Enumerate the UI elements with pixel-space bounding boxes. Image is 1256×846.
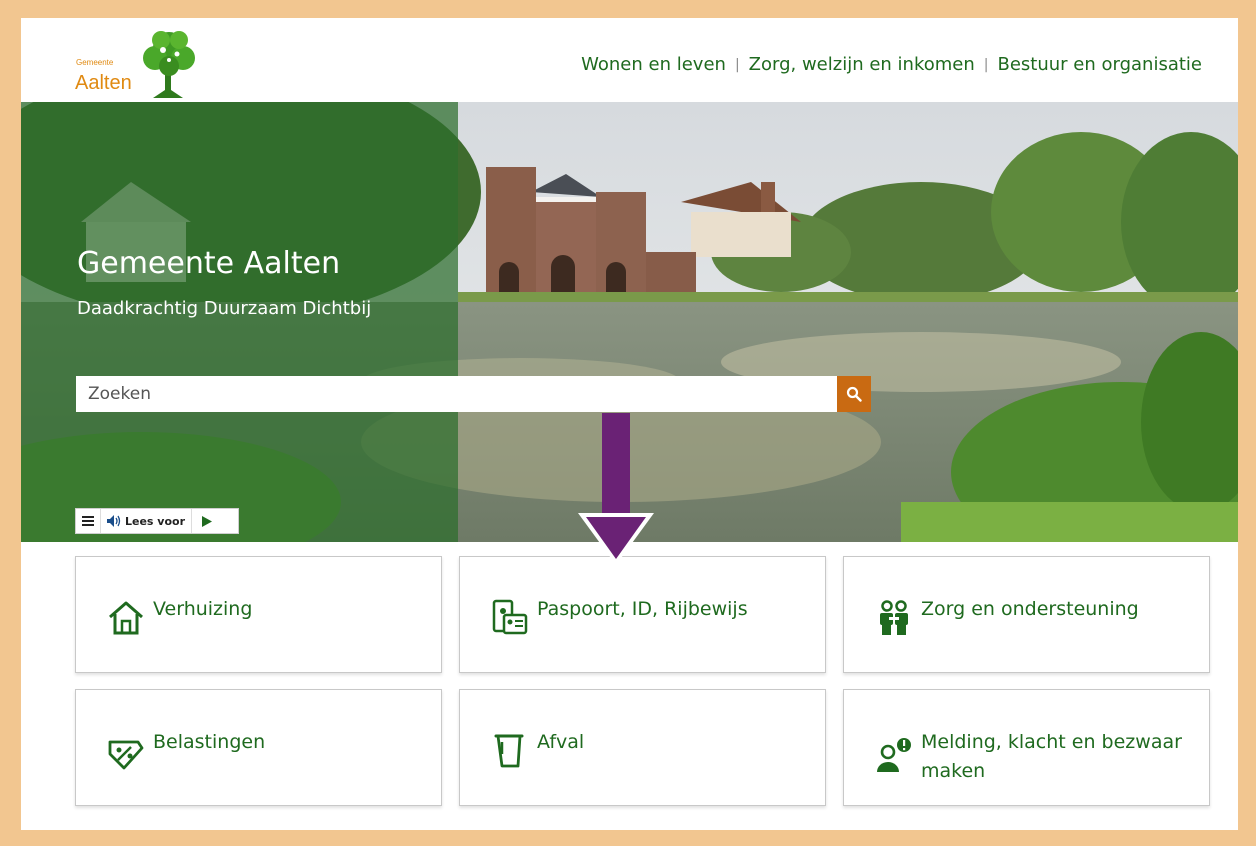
tile-melding-klacht-bezwaar[interactable]: Melding, klacht en bezwaar maken [843,689,1210,806]
hero-subtitle: Daadkrachtig Duurzaam Dichtbij [77,298,372,319]
tile-label: Afval [537,731,585,753]
nav-zorg-welzijn-inkomen[interactable]: Zorg, welzijn en inkomen [749,54,975,75]
readspeaker-toolbar: Lees voor [75,508,239,534]
hero-title: Gemeente Aalten [77,246,341,281]
annotation-arrow [578,413,654,565]
tile-belastingen[interactable]: Belastingen [75,689,442,806]
logo-text-big: Aalten [75,72,132,94]
tile-label: Zorg en ondersteuning [921,598,1139,620]
tile-paspoort-id-rijbewijs[interactable]: Paspoort, ID, Rijbewijs [459,556,826,673]
search-bar [76,376,871,412]
page: Gemeente Aalten Wonen en leven | Zorg, w… [21,18,1238,830]
nav-wonen-en-leven[interactable]: Wonen en leven [581,54,726,75]
tax-tag-icon [108,740,144,770]
search-input[interactable] [76,376,837,412]
play-icon [202,515,213,527]
tile-label: Belastingen [153,731,266,753]
tile-afval[interactable]: Afval [459,689,826,806]
search-button[interactable] [837,376,871,412]
waste-bin-icon [494,734,524,768]
people-icon [880,600,908,635]
nav-separator: | [983,56,989,73]
menu-icon [82,516,94,526]
id-card-icon [492,599,528,635]
search-icon [846,386,862,402]
gemeente-aalten-logo[interactable]: Gemeente Aalten [73,28,203,100]
readspeaker-lees-voor-button[interactable]: Lees voor [101,509,193,533]
report-person-icon [877,738,911,772]
tile-zorg-en-ondersteuning[interactable]: Zorg en ondersteuning [843,556,1210,673]
tile-label: Melding, klacht en bezwaar maken [921,731,1182,782]
logo-text-small: Gemeente [76,58,114,67]
tile-verhuizing[interactable]: Verhuizing [75,556,442,673]
readspeaker-menu-button[interactable] [76,509,101,533]
tile-label: Paspoort, ID, Rijbewijs [537,598,748,620]
speaker-icon [107,515,121,527]
readspeaker-play-button[interactable] [192,515,222,527]
hero-green-overlay [21,102,458,542]
nav-bestuur-en-organisatie[interactable]: Bestuur en organisatie [997,54,1202,75]
house-icon [109,601,143,635]
top-navigation: Wonen en leven | Zorg, welzijn en inkome… [581,54,1202,75]
nav-separator: | [734,56,740,73]
tree-icon [143,31,195,98]
header: Gemeente Aalten Wonen en leven | Zorg, w… [21,18,1238,102]
readspeaker-label: Lees voor [125,514,186,528]
tile-label: Verhuizing [153,598,253,620]
